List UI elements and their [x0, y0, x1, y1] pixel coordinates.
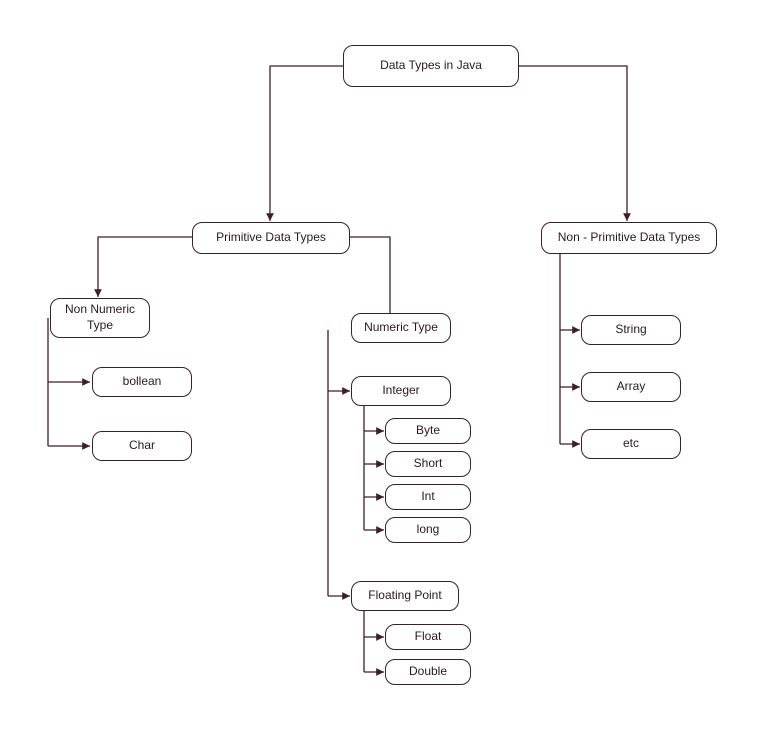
- node-primitive: Primitive Data Types: [192, 222, 350, 254]
- label-byte: Byte: [416, 423, 440, 439]
- node-etc: etc: [581, 429, 681, 459]
- label-char: Char: [129, 438, 155, 454]
- label-nonprimitive: Non - Primitive Data Types: [558, 230, 701, 246]
- node-integer: Integer: [351, 376, 451, 406]
- label-string: String: [615, 322, 646, 338]
- node-char: Char: [92, 431, 192, 461]
- node-boolean: bollean: [92, 367, 192, 397]
- node-float: Float: [385, 624, 471, 650]
- node-numeric: Numeric Type: [351, 313, 451, 343]
- node-array: Array: [581, 372, 681, 402]
- label-root: Data Types in Java: [380, 58, 482, 74]
- node-short: Short: [385, 451, 471, 477]
- label-floating: Floating Point: [368, 588, 441, 604]
- label-short: Short: [414, 456, 443, 472]
- node-byte: Byte: [385, 418, 471, 444]
- label-integer: Integer: [382, 383, 419, 399]
- label-long: long: [417, 522, 440, 538]
- label-int: Int: [421, 489, 434, 505]
- node-root: Data Types in Java: [343, 45, 519, 87]
- label-numeric: Numeric Type: [364, 320, 438, 336]
- node-double: Double: [385, 659, 471, 685]
- label-etc: etc: [623, 436, 639, 452]
- node-string: String: [581, 315, 681, 345]
- node-long: long: [385, 517, 471, 543]
- label-boolean: bollean: [123, 374, 162, 390]
- node-nonnumeric: Non Numeric Type: [50, 298, 150, 338]
- node-int: Int: [385, 484, 471, 510]
- node-nonprimitive: Non - Primitive Data Types: [541, 222, 717, 254]
- label-double: Double: [409, 664, 447, 680]
- node-floating: Floating Point: [351, 581, 459, 611]
- label-float: Float: [415, 629, 442, 645]
- label-primitive: Primitive Data Types: [216, 230, 326, 246]
- label-array: Array: [617, 379, 646, 395]
- label-nonnumeric: Non Numeric Type: [59, 302, 141, 333]
